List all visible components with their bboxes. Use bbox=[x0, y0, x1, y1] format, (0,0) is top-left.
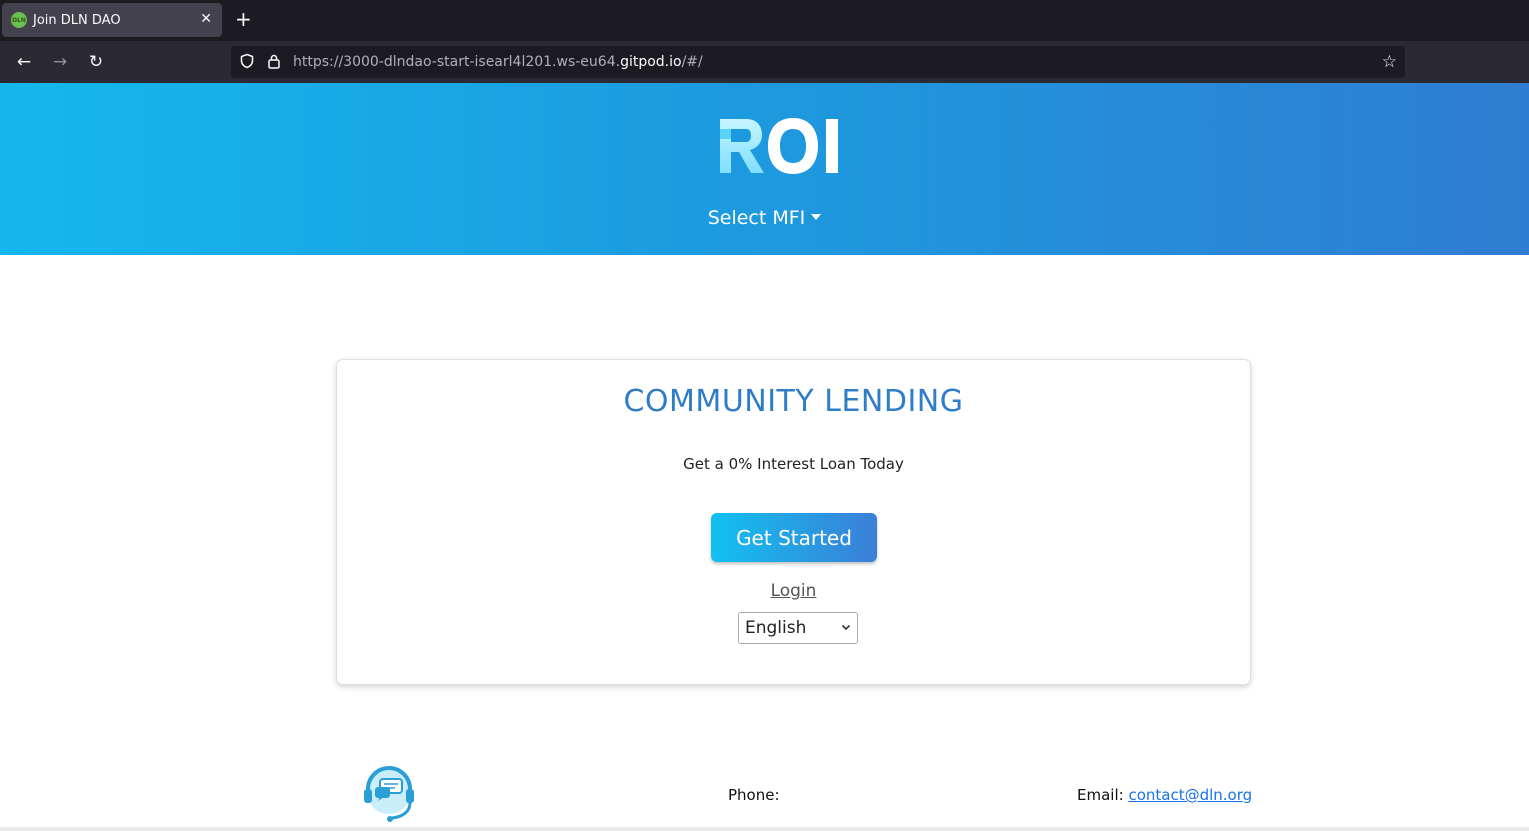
close-tab-icon[interactable]: ✕ bbox=[200, 12, 212, 26]
footer-phone: Phone: bbox=[728, 786, 780, 804]
bottom-edge bbox=[0, 827, 1529, 831]
phone-label: Phone: bbox=[728, 786, 780, 804]
community-lending-card: COMMUNITY LENDING Get a 0% Interest Loan… bbox=[336, 359, 1251, 685]
card-subtitle: Get a 0% Interest Loan Today bbox=[683, 455, 904, 473]
language-selected: English bbox=[745, 618, 807, 638]
get-started-button[interactable]: Get Started bbox=[711, 513, 877, 562]
chevron-down-icon bbox=[841, 613, 851, 654]
caret-down-icon bbox=[811, 214, 822, 220]
select-mfi-dropdown[interactable]: Select MFI bbox=[0, 207, 1529, 229]
shield-icon[interactable] bbox=[239, 53, 255, 73]
language-select[interactable]: English bbox=[738, 612, 858, 644]
forward-arrow-icon[interactable]: → bbox=[49, 51, 71, 73]
email-link[interactable]: contact@dln.org bbox=[1128, 786, 1252, 804]
back-arrow-icon[interactable]: ← bbox=[13, 51, 35, 73]
url-text[interactable]: https://3000-dlndao-start-isearl4l201.ws… bbox=[293, 54, 703, 70]
headset-chat-icon bbox=[364, 766, 414, 822]
url-suffix: /#/ bbox=[681, 54, 703, 70]
email-label: Email: bbox=[1077, 786, 1124, 804]
hero-header: Select MFI bbox=[0, 83, 1529, 255]
lock-icon[interactable] bbox=[267, 53, 281, 73]
footer-email: Email: contact@dln.org bbox=[1077, 786, 1252, 804]
favicon-icon: DLN bbox=[11, 12, 27, 28]
url-host: gitpod.io bbox=[620, 54, 682, 70]
tab-title: Join DLN DAO bbox=[33, 12, 121, 28]
roi-logo bbox=[720, 118, 838, 174]
bookmark-star-icon[interactable]: ☆ bbox=[1382, 52, 1397, 72]
card-title: COMMUNITY LENDING bbox=[623, 384, 964, 419]
url-bar[interactable]: https://3000-dlndao-start-isearl4l201.ws… bbox=[231, 46, 1405, 78]
new-tab-icon[interactable]: + bbox=[235, 9, 252, 29]
login-link[interactable]: Login bbox=[337, 581, 1250, 601]
browser-tab-bar: DLN Join DLN DAO ✕ + bbox=[0, 0, 1529, 41]
url-prefix: https://3000-dlndao-start-isearl4l201.ws… bbox=[293, 54, 621, 70]
browser-nav-bar: ← → ↻ https://3000-dlndao-start-isearl4l… bbox=[0, 41, 1529, 83]
select-mfi-label: Select MFI bbox=[707, 207, 806, 229]
browser-tab[interactable]: DLN Join DLN DAO ✕ bbox=[2, 3, 222, 37]
reload-icon[interactable]: ↻ bbox=[85, 51, 107, 73]
